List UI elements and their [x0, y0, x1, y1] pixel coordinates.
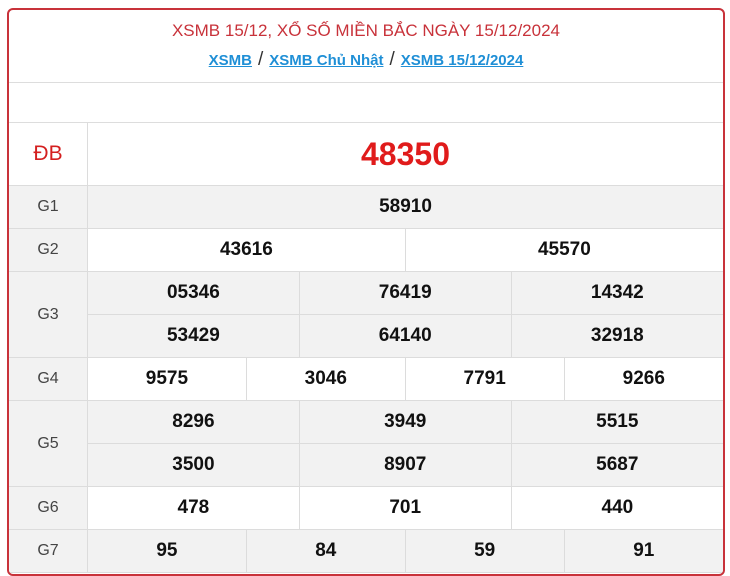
prize-label-db: ĐB: [9, 123, 88, 186]
prize-number: 5687: [510, 443, 723, 487]
prize-number: 440: [510, 486, 723, 530]
breadcrumb-link-xsmb[interactable]: XSMB: [209, 52, 252, 69]
page-title: XSMB 15/12, XỔ SỐ MIỀN BẮC NGÀY 15/12/20…: [171, 21, 561, 40]
prize-number: 9575: [87, 357, 247, 401]
prize-row-g3-second: 53429 64140 32918: [9, 314, 723, 358]
prize-row-g5: G5 8296 3949 5515: [9, 400, 723, 487]
prize-number: 45570: [404, 228, 723, 272]
prize-number: 05346: [87, 271, 300, 315]
breadcrumb-separator: /: [389, 49, 395, 70]
prize-label-g5: G5: [9, 400, 88, 487]
prize-number: 8907: [298, 443, 512, 487]
prize-label-g6: G6: [9, 486, 88, 530]
prize-number: 701: [298, 486, 512, 530]
result-header: XSMB 15/12, XỔ SỐ MIỀN BẮC NGÀY 15/12/20…: [9, 10, 723, 83]
prize-row-g1: G1 58910: [9, 185, 723, 229]
prize-number: 95: [87, 529, 247, 573]
prize-number: 58910: [87, 185, 723, 229]
prize-number: 7791: [404, 357, 565, 401]
results-table: ĐB 48350 G1 58910 G2 43616 45570 G3 0534…: [9, 123, 723, 573]
prize-number: 3949: [298, 400, 512, 444]
prize-label-g1: G1: [9, 185, 88, 229]
prize-number: 43616: [87, 228, 406, 272]
prize-number: 478: [87, 486, 300, 530]
prize-number: 59: [404, 529, 565, 573]
prize-number: 64140: [298, 314, 512, 358]
prize-number: 5515: [510, 400, 723, 444]
prize-number: 84: [245, 529, 406, 573]
prize-number: 91: [563, 529, 723, 573]
prize-number: 3046: [245, 357, 406, 401]
prize-row-db: ĐB 48350: [9, 123, 723, 186]
prize-label-g4: G4: [9, 357, 88, 401]
header-spacer: [9, 83, 723, 123]
prize-number: 3500: [87, 443, 300, 487]
prize-number: 32918: [510, 314, 723, 358]
prize-number: 8296: [87, 400, 300, 444]
prize-row-g5-second: 3500 8907 5687: [9, 443, 723, 487]
prize-number: 14342: [510, 271, 723, 315]
breadcrumb-link-xsmb-date[interactable]: XSMB 15/12/2024: [401, 52, 524, 69]
prize-number: 53429: [87, 314, 300, 358]
prize-number: 76419: [298, 271, 512, 315]
lottery-result-card: XSMB 15/12, XỔ SỐ MIỀN BẮC NGÀY 15/12/20…: [7, 8, 725, 576]
prize-number: 9266: [563, 357, 723, 401]
prize-row-g7: G7 95 84 59 91: [9, 529, 723, 573]
prize-row-g2: G2 43616 45570: [9, 228, 723, 272]
breadcrumb-separator: /: [258, 49, 264, 70]
breadcrumb-link-xsmb-chu-nhat[interactable]: XSMB Chủ Nhật: [269, 52, 383, 69]
prize-label-g7: G7: [9, 529, 88, 573]
prize-row-g4: G4 9575 3046 7791 9266: [9, 357, 723, 401]
breadcrumb: XSMB / XSMB Chủ Nhật / XSMB 15/12/2024: [9, 50, 723, 71]
prize-label-g3: G3: [9, 271, 88, 358]
prize-row-g3: G3 05346 76419 14342: [9, 271, 723, 358]
prize-row-g6: G6 478 701 440: [9, 486, 723, 530]
special-prize-number: 48350: [87, 123, 723, 186]
prize-label-g2: G2: [9, 228, 88, 272]
